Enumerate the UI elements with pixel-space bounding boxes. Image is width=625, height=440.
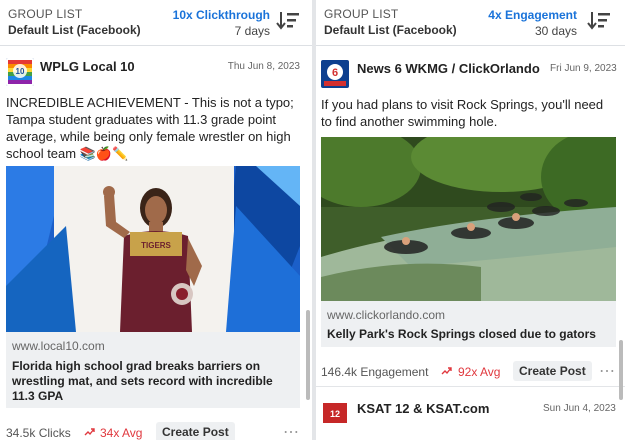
source-name[interactable]: KSAT 12 & KSAT.com: [357, 401, 489, 416]
link-title[interactable]: Florida high school grad breaks barriers…: [12, 359, 292, 404]
metric-label[interactable]: 10x Clickthrough: [173, 8, 270, 22]
create-post-button[interactable]: Create Post: [513, 361, 592, 381]
create-post-button[interactable]: Create Post: [156, 422, 235, 440]
post-date: Thu Jun 8, 2023: [227, 61, 300, 72]
wkmg-logo-icon: 6: [321, 60, 349, 88]
link-url[interactable]: www.local10.com: [12, 339, 105, 353]
clicks-stat: 34.5k Clicks: [6, 426, 71, 440]
right-column: GROUP LIST Default List (Facebook) 4x En…: [316, 0, 625, 440]
more-options-icon[interactable]: ⋯: [283, 422, 300, 440]
metric-label[interactable]: 4x Engagement: [488, 8, 577, 22]
post-text: If you had plans to visit Rock Springs, …: [321, 97, 604, 129]
svg-text:10: 10: [16, 67, 25, 76]
svg-text:TIGERS: TIGERS: [141, 241, 171, 250]
post-date: Fri Jun 9, 2023: [550, 63, 617, 74]
group-list-label: GROUP LIST: [8, 7, 83, 21]
source-name[interactable]: WPLG Local 10: [40, 59, 135, 74]
list-name[interactable]: Default List (Facebook): [324, 23, 457, 37]
period-label: 7 days: [234, 24, 270, 38]
avg-multiplier: 34x Avg: [100, 426, 143, 440]
post-card[interactable]: 10 WPLG Local 10 Thu Jun 8, 2023 INCREDI…: [0, 46, 312, 440]
left-column: GROUP LIST Default List (Facebook) 10x C…: [0, 0, 312, 440]
wplg-logo-icon: 10: [6, 58, 34, 86]
list-name[interactable]: Default List (Facebook): [8, 23, 141, 37]
ksat-logo-icon: 12: [321, 399, 349, 427]
link-preview[interactable]: www.clickorlando.com Kelly Park's Rock S…: [321, 301, 616, 347]
left-column-header: GROUP LIST Default List (Facebook) 10x C…: [0, 0, 312, 46]
avg-multiplier: 92x Avg: [458, 365, 501, 379]
card-separator: [316, 386, 625, 387]
sort-icon[interactable]: [276, 10, 300, 32]
post-image[interactable]: TIGERS: [6, 166, 300, 332]
link-url[interactable]: www.clickorlando.com: [327, 308, 445, 322]
post-date: Sun Jun 4, 2023: [543, 403, 616, 414]
post-card[interactable]: 12 KSAT 12 & KSAT.com Sun Jun 4, 2023: [316, 395, 625, 440]
period-label: 30 days: [534, 24, 577, 38]
link-title[interactable]: Kelly Park's Rock Springs closed due to …: [327, 327, 611, 342]
right-column-header: GROUP LIST Default List (Facebook) 4x En…: [316, 0, 625, 46]
more-options-icon[interactable]: ⋯: [599, 361, 616, 381]
group-list-label: GROUP LIST: [324, 7, 399, 21]
trend-up-icon: [441, 367, 452, 375]
engagement-stat: 146.4k Engagement: [321, 365, 429, 379]
post-card[interactable]: 6 News 6 WKMG / ClickOrlando Fri Jun 9, …: [316, 46, 625, 440]
post-image[interactable]: [321, 137, 616, 301]
svg-text:6: 6: [332, 67, 338, 79]
sort-icon[interactable]: [587, 10, 611, 32]
scrollbar[interactable]: [306, 310, 310, 400]
svg-text:12: 12: [330, 409, 340, 419]
link-preview[interactable]: www.local10.com Florida high school grad…: [6, 332, 300, 408]
scrollbar[interactable]: [619, 340, 623, 400]
trend-up-icon: [84, 428, 95, 436]
source-name[interactable]: News 6 WKMG / ClickOrlando: [357, 61, 540, 76]
post-text: INCREDIBLE ACHIEVEMENT - This is not a t…: [6, 95, 294, 161]
